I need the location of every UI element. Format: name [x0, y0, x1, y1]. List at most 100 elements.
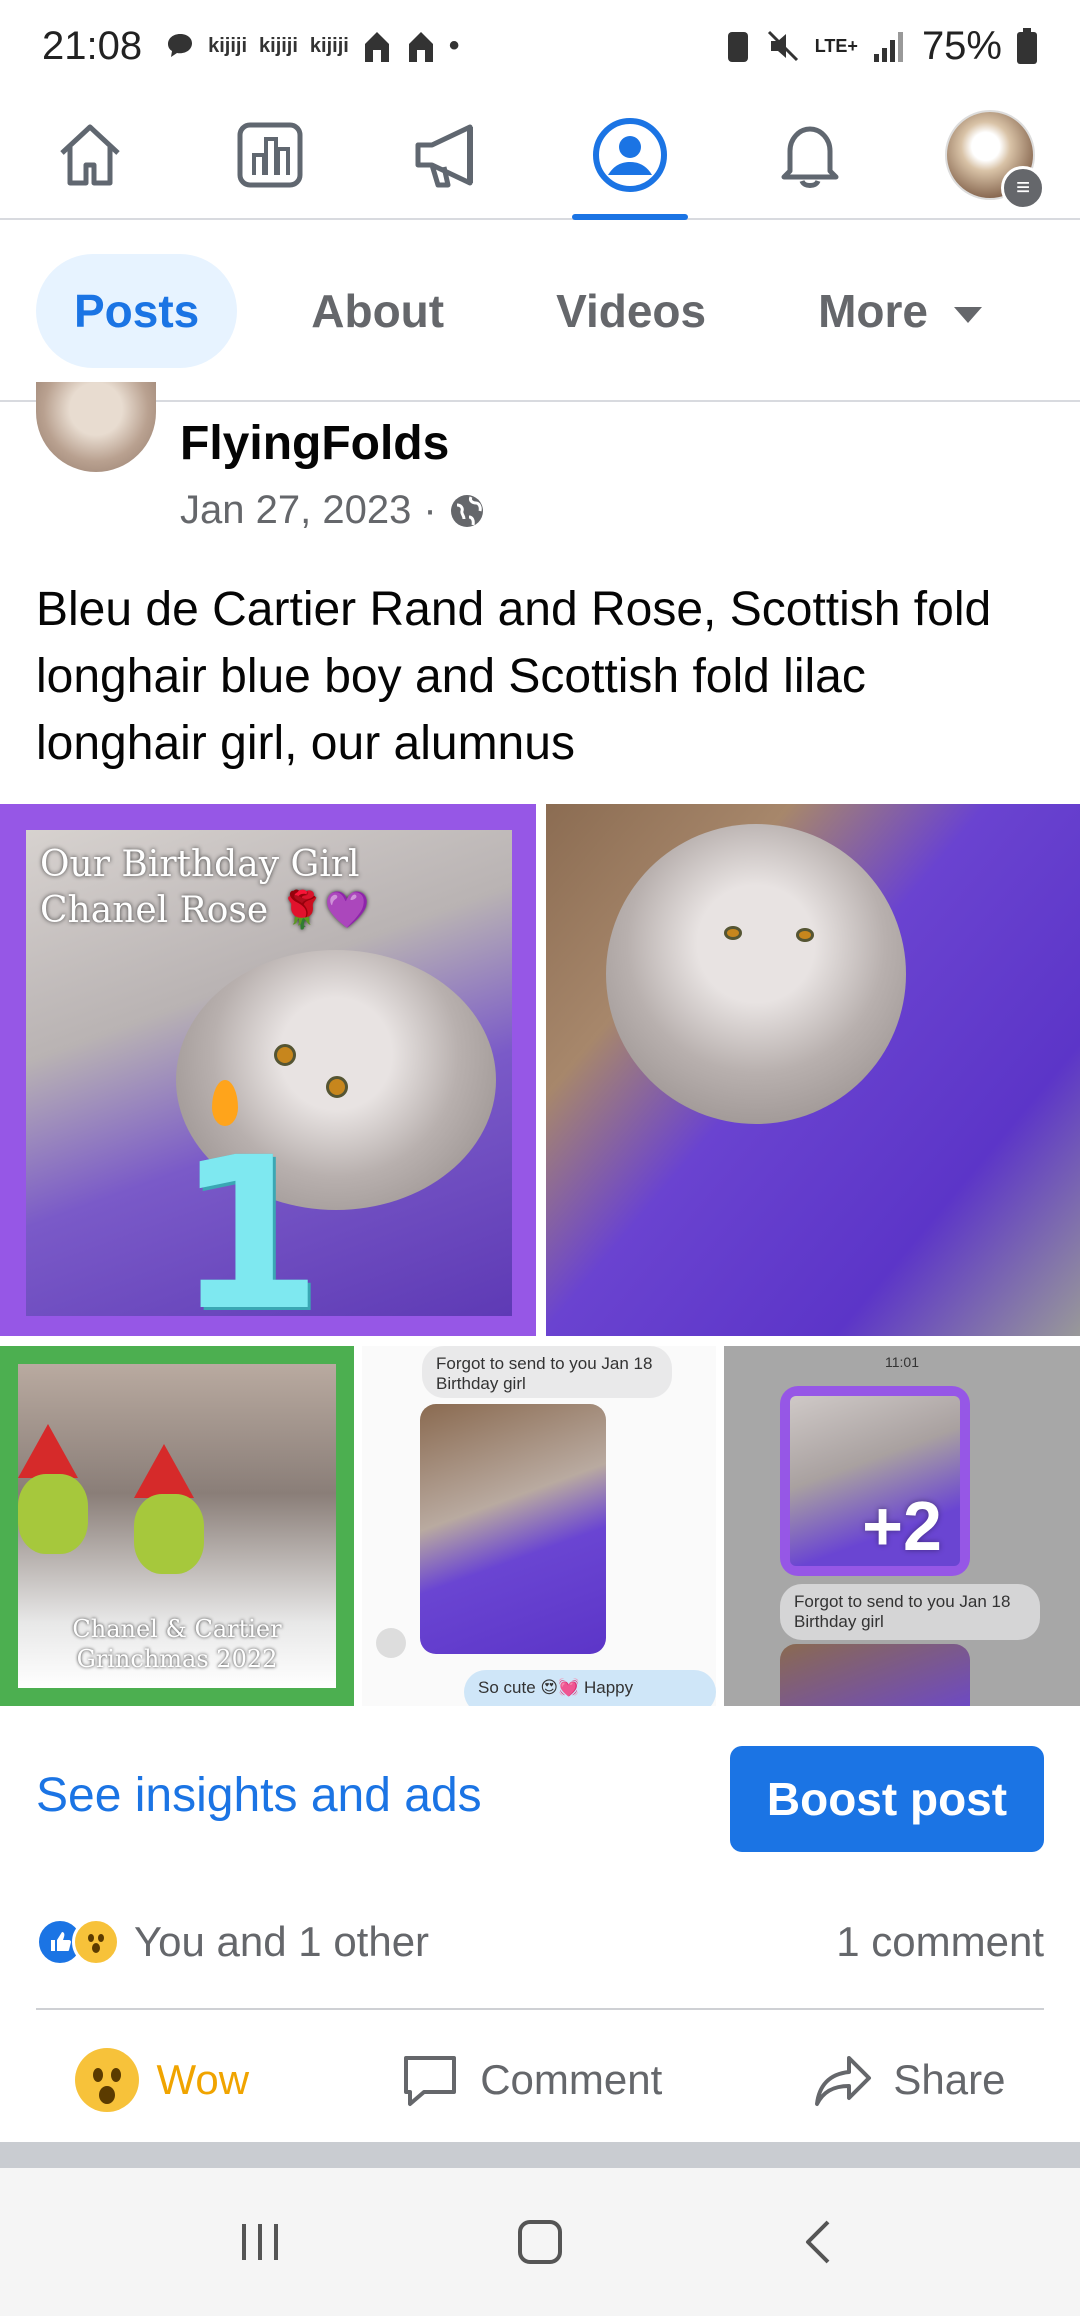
- home-notif-icon-2: [408, 32, 433, 62]
- wow-label: Wow: [156, 2056, 250, 2103]
- share-label: Share: [893, 2056, 1006, 2103]
- nav-menu[interactable]: ≡: [935, 100, 1045, 210]
- photo-3-image: Chanel & Cartier Grinchmas 2022: [18, 1364, 336, 1688]
- chat-bubble-icon: [168, 34, 193, 57]
- back-icon[interactable]: [790, 2212, 850, 2272]
- grinch-toy: [18, 1474, 88, 1554]
- post-photo-1[interactable]: 1 Our Birthday Girl Chanel Rose 🌹💜: [0, 804, 536, 1336]
- photo-3-caption-line1: Chanel & Cartier: [72, 1615, 282, 1643]
- home-notif-icon: [364, 32, 389, 62]
- photo-1-caption-line1: Our Birthday Girl: [40, 844, 360, 885]
- status-right: LTE+ 75%: [725, 24, 1038, 69]
- nav-profile[interactable]: [572, 100, 688, 220]
- share-button[interactable]: Share: [811, 2048, 1005, 2112]
- comment-icon: [404, 2056, 457, 2106]
- notification-icons: kijiji kijiji kijiji •: [164, 28, 459, 64]
- wow-icon: [74, 2048, 139, 2112]
- post-meta: Jan 27, 2023 ·: [180, 488, 485, 533]
- photo-3-caption-line2: Grinchmas 2022: [76, 1645, 278, 1673]
- post-author-avatar[interactable]: [36, 382, 156, 472]
- nav-ads[interactable]: [395, 100, 505, 210]
- status-time: 21:08: [42, 23, 143, 68]
- boost-post-button[interactable]: Boost post: [730, 1746, 1044, 1852]
- network-type: LTE+: [814, 35, 858, 56]
- home-button-icon[interactable]: [510, 2212, 570, 2272]
- status-bar: 21:08 kijiji kijiji kijiji • LTE+ 75%: [0, 0, 1080, 92]
- signal-icon: [873, 32, 903, 62]
- globe-icon: [450, 494, 483, 527]
- cat-eye: [724, 926, 742, 940]
- post-text: Bleu de Cartier Rand and Rose, Scottish …: [36, 583, 992, 770]
- comment-label: Comment: [480, 2056, 663, 2103]
- post-photo-4[interactable]: Forgot to send to you Jan 18 Birthday gi…: [362, 1346, 716, 1706]
- post-header: FlyingFolds Jan 27, 2023 ·: [0, 382, 1080, 542]
- birthday-candle-number: 1: [176, 1112, 323, 1337]
- photo-1-caption: Our Birthday Girl Chanel Rose 🌹💜: [40, 842, 369, 934]
- home-icon: [60, 124, 120, 186]
- tab-posts[interactable]: Posts: [36, 254, 238, 368]
- tab-more[interactable]: More: [780, 254, 1020, 368]
- post-author-name[interactable]: FlyingFolds: [180, 416, 449, 471]
- comments-count[interactable]: 1 comment: [836, 1918, 1044, 1966]
- kijiji-notif-2: kijiji: [259, 34, 298, 57]
- facebook-page: 21:08 kijiji kijiji kijiji • LTE+ 75% ≡ …: [0, 0, 1080, 2316]
- tab-about[interactable]: About: [273, 254, 482, 368]
- grinch-toy: [134, 1494, 204, 1574]
- cat-eye: [796, 928, 814, 942]
- divider: [36, 2008, 1044, 2010]
- photo-grid: 1 Our Birthday Girl Chanel Rose 🌹💜 Chane…: [0, 804, 1080, 1706]
- tab-videos[interactable]: Videos: [518, 254, 744, 368]
- reactions-text: You and 1 other: [134, 1918, 430, 1965]
- post-photo-3[interactable]: Chanel & Cartier Grinchmas 2022: [0, 1346, 354, 1706]
- caret-down-icon: [954, 306, 983, 323]
- battery-percent: 75%: [921, 23, 1002, 68]
- chat-bubble-line1: Forgot to send to you Jan 18: [436, 1354, 653, 1373]
- chat-bubble-line2: Birthday girl: [436, 1374, 526, 1393]
- menu-icon: ≡: [1001, 166, 1045, 210]
- cat-eye: [274, 1044, 296, 1066]
- santa-hat: [134, 1444, 194, 1498]
- comment-button[interactable]: Comment: [398, 2048, 662, 2112]
- photo-1-image: 1 Our Birthday Girl Chanel Rose 🌹💜: [26, 830, 512, 1336]
- wow-reaction-icon: [72, 1918, 120, 1966]
- see-insights-link[interactable]: See insights and ads: [36, 1768, 482, 1823]
- wow-button[interactable]: Wow: [74, 2048, 250, 2112]
- chat-image: [420, 1404, 606, 1654]
- system-navigation-bar: [0, 2168, 1080, 2316]
- mute-icon: [767, 30, 798, 62]
- more-photos-count: +2: [862, 1487, 942, 1565]
- post-photo-5[interactable]: 11:01 Forgot to send to you Jan 18 Birth…: [724, 1346, 1080, 1706]
- photo-3-caption: Chanel & Cartier Grinchmas 2022: [18, 1614, 336, 1674]
- top-navigation: ≡: [0, 92, 1080, 220]
- megaphone-icon: [415, 124, 473, 188]
- profile-icon: [593, 118, 667, 192]
- post-date[interactable]: Jan 27, 2023: [180, 488, 411, 533]
- chat-bubble-received: Forgot to send to you Jan 18 Birthday gi…: [422, 1346, 672, 1398]
- cat-eye: [326, 1076, 348, 1098]
- nav-notifications[interactable]: [755, 100, 865, 210]
- post-action-bar: Wow Comment Share: [0, 2020, 1080, 2140]
- reactions-summary[interactable]: You and 1 other: [36, 1918, 429, 1966]
- recent-apps-icon[interactable]: [230, 2212, 290, 2272]
- photo-1-caption-line2: Chanel Rose 🌹💜: [40, 890, 370, 931]
- more-notif-dot: •: [448, 29, 460, 62]
- tab-more-label: More: [818, 285, 929, 337]
- battery-icon: [1017, 28, 1037, 64]
- section-separator: [0, 2142, 1080, 2168]
- kijiji-notif-3: kijiji: [309, 34, 349, 57]
- nav-pages[interactable]: [215, 100, 325, 210]
- santa-hat: [18, 1424, 78, 1478]
- meta-separator: ·: [423, 488, 437, 532]
- post-photo-2[interactable]: [546, 804, 1080, 1336]
- battery-saver-icon: [727, 32, 748, 62]
- share-icon: [815, 2056, 872, 2106]
- nav-home[interactable]: [35, 100, 145, 210]
- kijiji-notif-1: kijiji: [208, 34, 248, 57]
- contact-avatar: [376, 1628, 406, 1658]
- page-tabs: Posts About Videos More: [0, 222, 1080, 402]
- chat-bubble-sent: So cute 😍💓 Happy: [464, 1670, 716, 1706]
- avatar: ≡: [945, 110, 1045, 210]
- bell-icon: [781, 126, 839, 188]
- cat-shape: [606, 824, 906, 1124]
- pages-icon: [237, 122, 303, 188]
